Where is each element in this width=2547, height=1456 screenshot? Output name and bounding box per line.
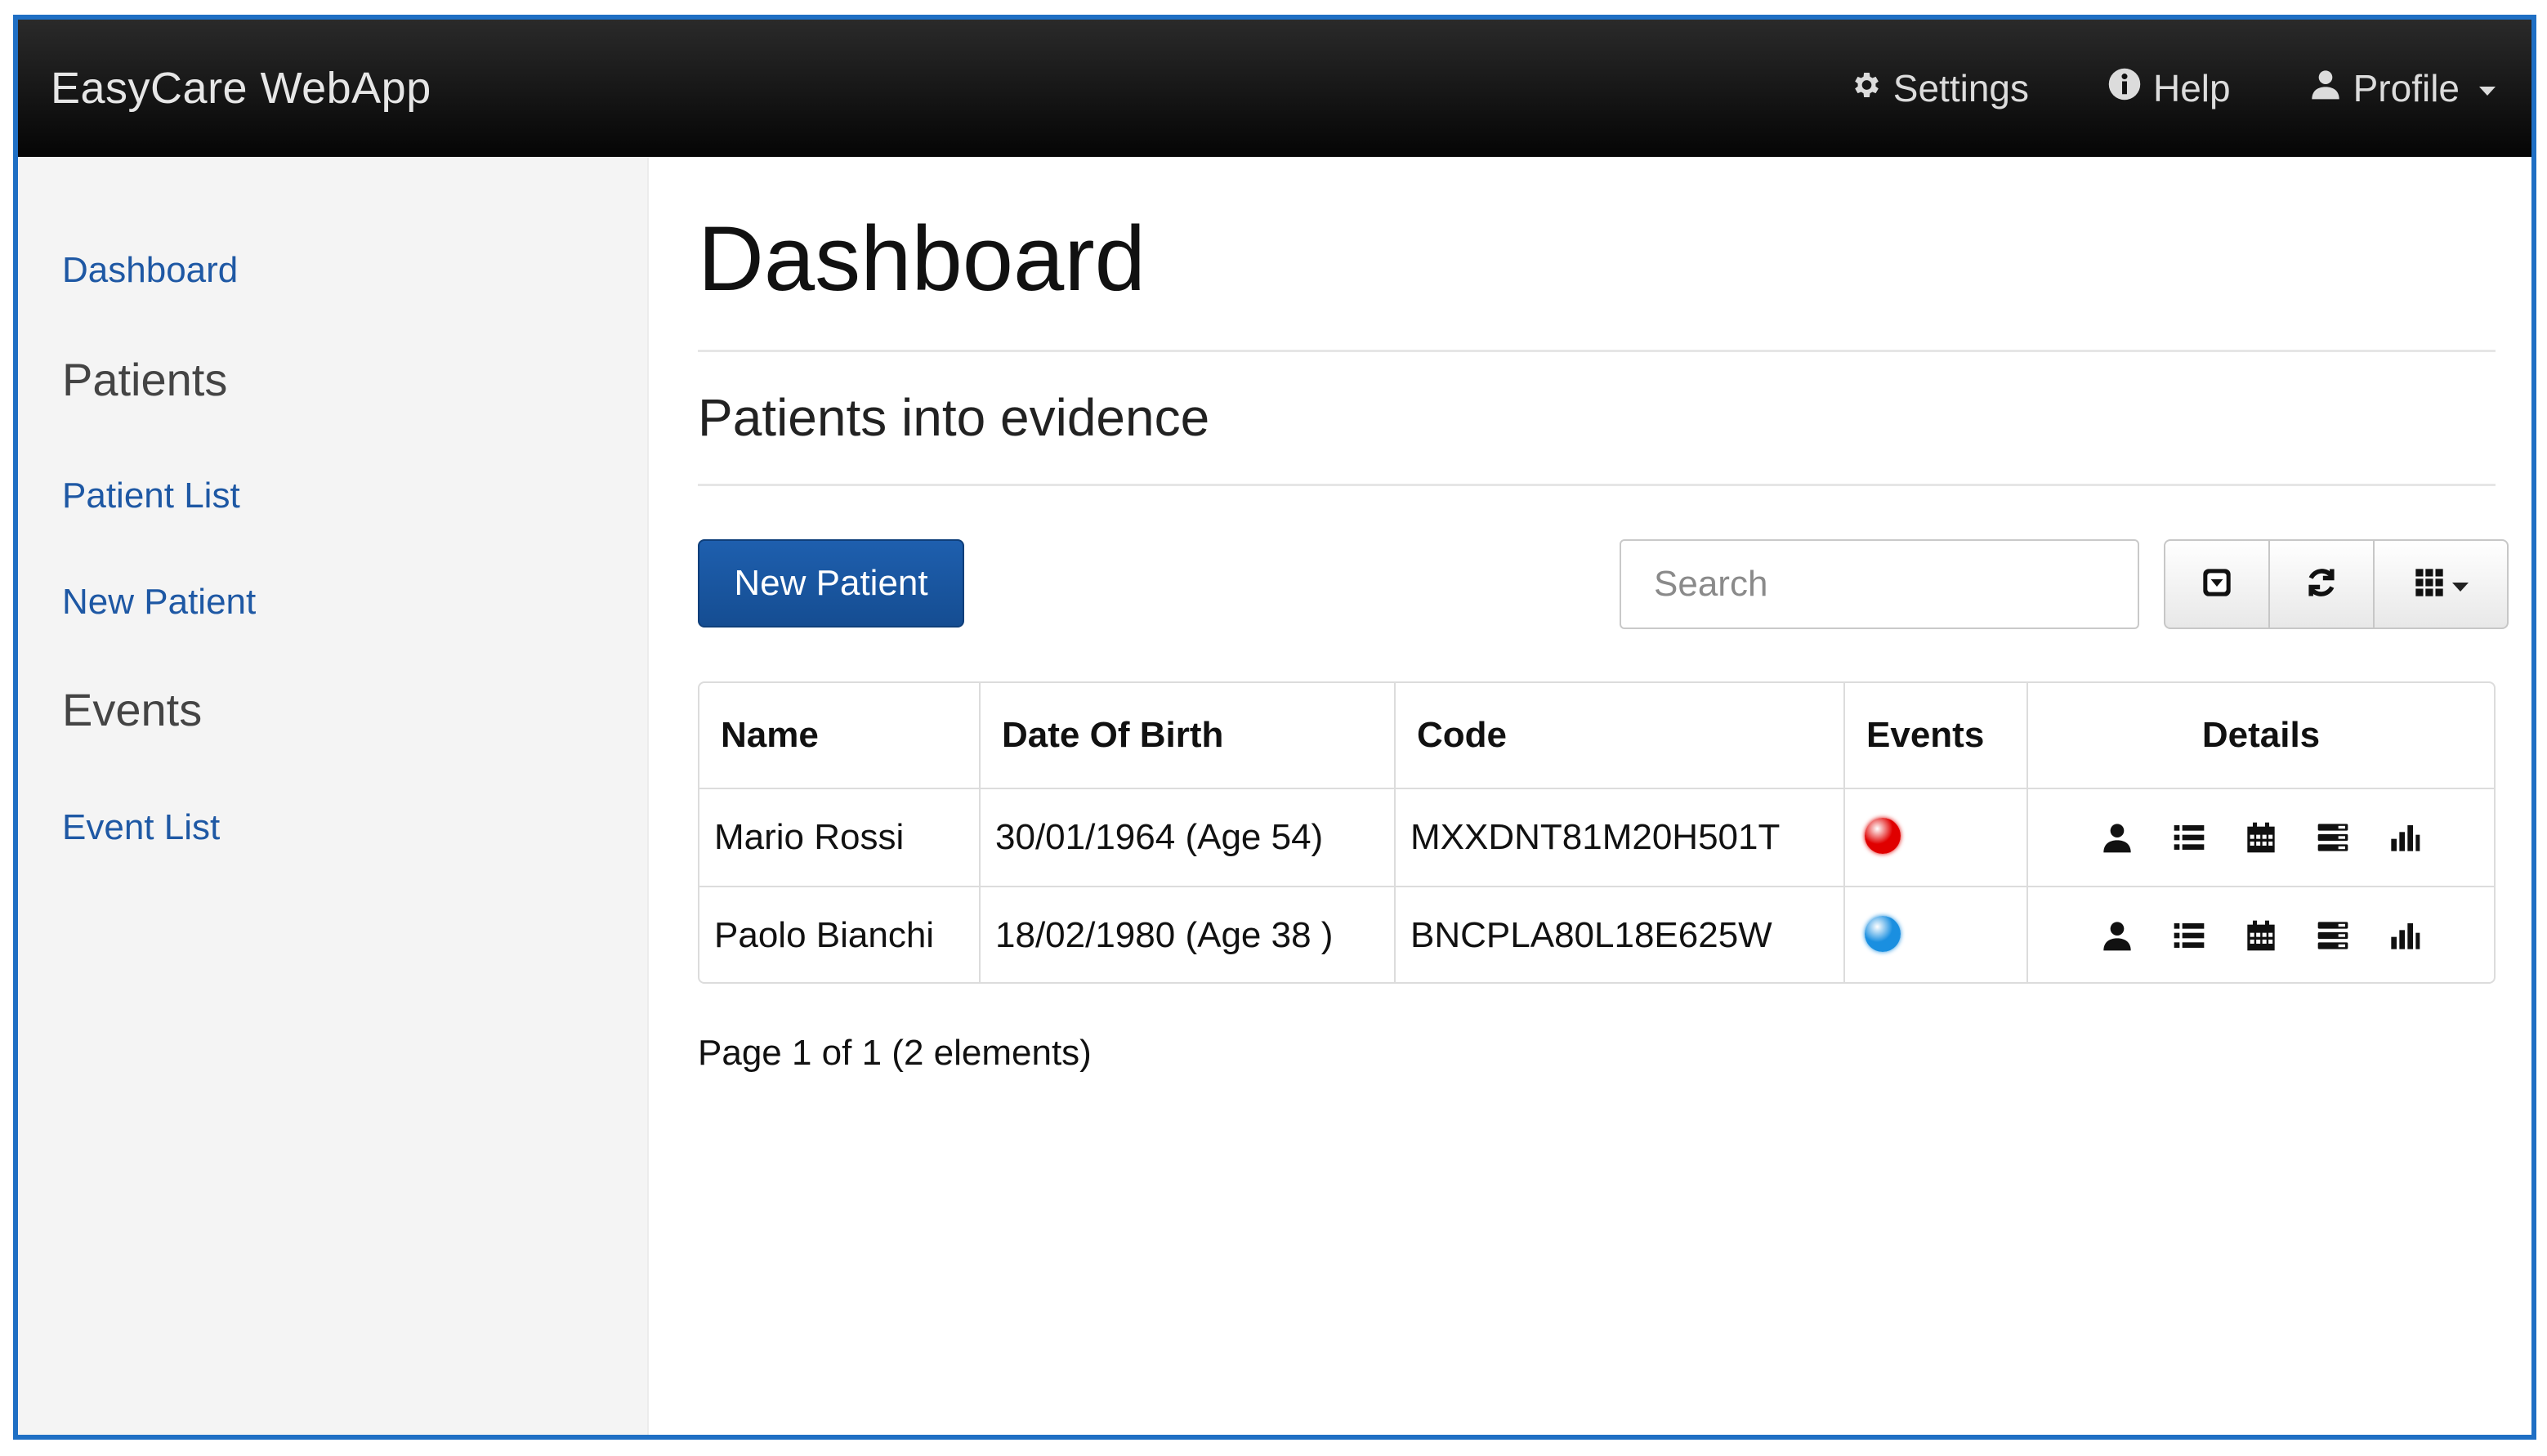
title-divider: [698, 350, 2496, 352]
patient-details-cell: [2027, 887, 2494, 982]
patient-events-cell: [1844, 887, 2028, 982]
profile-dropdown[interactable]: Profile: [2309, 66, 2496, 110]
refresh-icon: [2303, 565, 2339, 605]
table-header-row: Name Date Of Birth Code Events Details: [699, 683, 2494, 789]
column-header-code[interactable]: Code: [1395, 683, 1845, 789]
columns-button[interactable]: [2375, 541, 2507, 628]
patient-events-cell: [1844, 788, 2028, 887]
patient-code: MXXDNT81M20H501T: [1395, 788, 1845, 887]
patients-table: Name Date Of Birth Code Events Details M…: [698, 681, 2496, 984]
user-icon[interactable]: [2101, 919, 2134, 952]
sidebar-item-event-list[interactable]: Event List: [62, 807, 220, 848]
event-status-dot[interactable]: [1865, 818, 1901, 855]
app-window: EasyCare WebApp Settings Help Profile Da…: [13, 15, 2536, 1440]
sidebar: Dashboard Patients Patient List New Pati…: [18, 157, 649, 1435]
column-header-name[interactable]: Name: [699, 683, 981, 789]
event-status-dot[interactable]: [1865, 916, 1901, 953]
refresh-button[interactable]: [2270, 541, 2375, 628]
bar-chart-icon[interactable]: [2388, 919, 2421, 952]
chevron-down-icon: [2479, 86, 2496, 96]
tasks-icon[interactable]: [2317, 919, 2349, 952]
patient-dob: 18/02/1980 (Age 38 ): [980, 887, 1396, 982]
help-label: Help: [2153, 67, 2231, 109]
sidebar-item-new-patient[interactable]: New Patient: [62, 582, 256, 623]
patient-name: Mario Rossi: [699, 788, 981, 887]
section-divider: [698, 484, 2496, 486]
sidebar-item-patient-list[interactable]: Patient List: [62, 476, 240, 516]
calendar-icon[interactable]: [2245, 919, 2277, 952]
search-input[interactable]: [1620, 539, 2139, 629]
table-row[interactable]: Mario Rossi 30/01/1964 (Age 54) MXXDNT81…: [699, 788, 2494, 887]
sidebar-heading-events: Events: [62, 684, 203, 735]
list-icon[interactable]: [2173, 919, 2205, 952]
top-navbar: EasyCare WebApp Settings Help Profile: [18, 20, 2531, 157]
user-icon[interactable]: [2101, 821, 2134, 854]
new-patient-button[interactable]: New Patient: [698, 539, 964, 628]
settings-label: Settings: [1892, 67, 2029, 109]
pagination-info: Page 1 of 1 (2 elements): [698, 1033, 1092, 1073]
app-brand[interactable]: EasyCare WebApp: [51, 20, 431, 157]
grid-icon: [2413, 566, 2446, 603]
tasks-icon[interactable]: [2317, 821, 2349, 854]
calendar-icon[interactable]: [2245, 821, 2277, 854]
column-header-events[interactable]: Events: [1844, 683, 2028, 789]
section-title: Patients into evidence: [698, 388, 1210, 447]
patient-details-cell: [2027, 788, 2494, 887]
help-link[interactable]: Help: [2107, 66, 2231, 110]
patient-code: BNCPLA80L18E625W: [1395, 887, 1845, 982]
patient-dob: 30/01/1964 (Age 54): [980, 788, 1396, 887]
user-icon: [2309, 66, 2342, 110]
chevron-down-icon: [2452, 582, 2469, 592]
profile-label: Profile: [2353, 67, 2460, 109]
column-header-dob[interactable]: Date Of Birth: [980, 683, 1396, 789]
table-toolbar: [2164, 539, 2509, 629]
gear-icon: [1849, 66, 1882, 110]
settings-link[interactable]: Settings: [1849, 66, 2029, 110]
table-row[interactable]: Paolo Bianchi 18/02/1980 (Age 38 ) BNCPL…: [699, 887, 2494, 982]
list-icon[interactable]: [2173, 821, 2205, 854]
page-title: Dashboard: [698, 208, 1146, 310]
main-content: Dashboard Patients into evidence New Pat…: [647, 157, 2531, 1435]
navbar-right: Settings Help Profile: [1849, 20, 2496, 157]
patient-name: Paolo Bianchi: [699, 887, 981, 982]
collapse-toggle-icon: [2201, 566, 2233, 603]
sidebar-heading-patients: Patients: [62, 354, 228, 405]
toggle-view-button[interactable]: [2165, 541, 2270, 628]
bar-chart-icon[interactable]: [2388, 821, 2421, 854]
sidebar-item-dashboard[interactable]: Dashboard: [62, 250, 238, 291]
info-icon: [2107, 66, 2142, 110]
column-header-details: Details: [2027, 683, 2494, 789]
